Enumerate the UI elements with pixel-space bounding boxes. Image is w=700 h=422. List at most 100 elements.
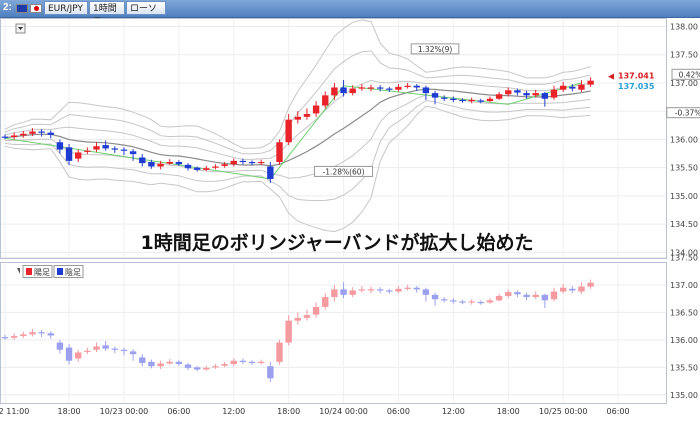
sub-candle[interactable] bbox=[102, 345, 109, 349]
sub-candle[interactable] bbox=[120, 349, 128, 351]
sub-candle[interactable] bbox=[468, 301, 475, 303]
sub-candle[interactable] bbox=[450, 300, 457, 302]
sub-candle[interactable] bbox=[294, 317, 301, 321]
price-candle[interactable] bbox=[166, 162, 173, 164]
price-candle[interactable] bbox=[569, 86, 576, 89]
sub-candle[interactable] bbox=[111, 348, 118, 350]
price-candle[interactable] bbox=[550, 89, 558, 98]
sub-candle[interactable] bbox=[495, 295, 503, 301]
price-candle[interactable] bbox=[505, 90, 512, 95]
price-candle[interactable] bbox=[422, 87, 430, 94]
price-candle[interactable] bbox=[93, 146, 100, 150]
tab-timeframe[interactable]: 1時間足 bbox=[89, 1, 125, 28]
chart-area[interactable]: 138.00 137.50 137.00 136.50 136.00 135.50 135.… bbox=[0, 18, 700, 422]
price-candle[interactable] bbox=[376, 87, 384, 89]
sub-candle[interactable] bbox=[376, 289, 384, 291]
price-candle[interactable] bbox=[541, 93, 549, 99]
sub-candle[interactable] bbox=[303, 315, 311, 318]
sub-candle[interactable] bbox=[587, 282, 594, 287]
price-candle[interactable] bbox=[349, 88, 356, 94]
price-candle[interactable] bbox=[184, 164, 192, 169]
price-candle[interactable] bbox=[1, 136, 9, 138]
price-candle[interactable] bbox=[532, 93, 539, 96]
sub-candle[interactable] bbox=[349, 290, 356, 295]
sub-candle[interactable] bbox=[312, 306, 320, 315]
sub-candle[interactable] bbox=[93, 346, 100, 350]
price-candle[interactable] bbox=[404, 85, 411, 87]
sub-candle[interactable] bbox=[75, 352, 82, 359]
sub-candle[interactable] bbox=[184, 364, 192, 368]
price-candle[interactable] bbox=[395, 86, 402, 90]
price-candle[interactable] bbox=[38, 131, 45, 133]
price-candle[interactable] bbox=[267, 166, 274, 179]
price-candle[interactable] bbox=[367, 87, 375, 89]
sub-candle[interactable] bbox=[477, 301, 484, 304]
sub-candle[interactable] bbox=[505, 292, 512, 296]
price-candle[interactable] bbox=[65, 147, 73, 161]
sub-candle[interactable] bbox=[139, 357, 146, 363]
tab-chart-type[interactable]: ローソク bbox=[126, 1, 166, 28]
sub-candle[interactable] bbox=[486, 300, 494, 303]
price-candle[interactable] bbox=[129, 151, 137, 155]
price-candle[interactable] bbox=[322, 95, 329, 106]
price-candle[interactable] bbox=[303, 114, 311, 117]
sub-candle[interactable] bbox=[84, 350, 91, 353]
sub-candle[interactable] bbox=[56, 342, 64, 350]
sub-candle[interactable] bbox=[129, 351, 137, 355]
sub-candle[interactable] bbox=[285, 320, 292, 343]
sub-candle[interactable] bbox=[431, 294, 439, 300]
price-candle[interactable] bbox=[203, 168, 210, 170]
price-candle[interactable] bbox=[84, 150, 91, 152]
sub-candle[interactable] bbox=[404, 287, 411, 289]
sub-candle[interactable] bbox=[166, 361, 173, 364]
price-candle[interactable] bbox=[157, 163, 164, 167]
sub-candle[interactable] bbox=[157, 363, 164, 367]
sub-candle[interactable] bbox=[441, 299, 448, 301]
price-candle[interactable] bbox=[193, 167, 201, 170]
sub-candle[interactable] bbox=[459, 301, 466, 303]
sub-candle[interactable] bbox=[358, 289, 366, 291]
sub-candle[interactable] bbox=[29, 332, 36, 335]
sub-candle[interactable] bbox=[523, 294, 530, 298]
price-candle[interactable] bbox=[29, 131, 36, 134]
sub-candle[interactable] bbox=[38, 332, 45, 334]
tab-symbol[interactable]: EUR/JPY bbox=[44, 1, 88, 15]
price-candle[interactable] bbox=[212, 166, 219, 168]
sub-candle[interactable] bbox=[422, 289, 430, 295]
price-candle[interactable] bbox=[102, 145, 109, 149]
sub-candle[interactable] bbox=[322, 297, 329, 307]
sub-candle[interactable] bbox=[47, 333, 54, 336]
price-candle[interactable] bbox=[120, 149, 128, 151]
sub-candle[interactable] bbox=[413, 287, 420, 290]
price-candle[interactable] bbox=[340, 87, 347, 94]
price-candle[interactable] bbox=[358, 87, 366, 89]
price-candle[interactable] bbox=[486, 98, 494, 102]
sub-candle[interactable] bbox=[20, 334, 27, 337]
sub-candle[interactable] bbox=[258, 361, 265, 364]
price-candle[interactable] bbox=[587, 80, 594, 85]
sub-panel[interactable] bbox=[0, 262, 667, 404]
price-candle[interactable] bbox=[111, 148, 118, 150]
price-candle[interactable] bbox=[459, 99, 466, 102]
price-candle[interactable] bbox=[221, 164, 228, 166]
sub-candle[interactable] bbox=[559, 287, 567, 292]
sub-candle[interactable] bbox=[239, 360, 247, 362]
price-candle[interactable] bbox=[450, 98, 457, 100]
price-candle[interactable] bbox=[239, 160, 247, 163]
sub-candle[interactable] bbox=[386, 290, 393, 292]
price-candle[interactable] bbox=[148, 162, 155, 167]
sub-candle[interactable] bbox=[221, 364, 228, 366]
price-candle[interactable] bbox=[75, 152, 82, 159]
sub-candle[interactable] bbox=[550, 291, 558, 300]
price-candle[interactable] bbox=[468, 99, 475, 102]
sub-candle[interactable] bbox=[541, 294, 549, 301]
sub-candle[interactable] bbox=[248, 361, 256, 364]
price-candle[interactable] bbox=[514, 90, 521, 93]
price-candle[interactable] bbox=[441, 97, 448, 99]
price-candle[interactable] bbox=[20, 133, 27, 136]
sub-candle[interactable] bbox=[148, 361, 155, 367]
price-candle[interactable] bbox=[386, 88, 393, 90]
price-candle[interactable] bbox=[285, 119, 292, 143]
sub-candle[interactable] bbox=[10, 336, 18, 338]
sub-candle[interactable] bbox=[65, 347, 73, 361]
